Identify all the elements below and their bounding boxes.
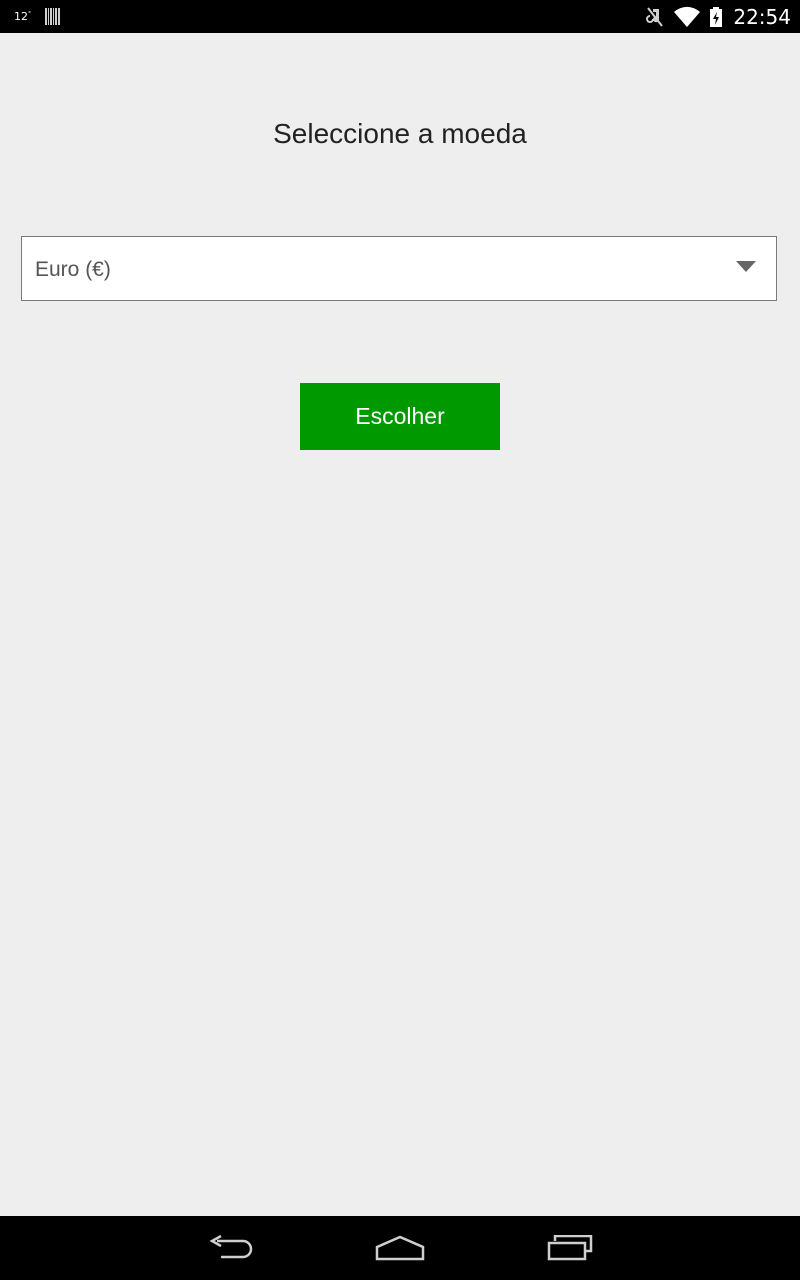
status-left: 12° bbox=[14, 0, 60, 33]
currency-select-value: Euro (€) bbox=[35, 258, 111, 281]
screen: 12° 22:54 Seleccione a moeda Euro (€) Es… bbox=[0, 0, 800, 1280]
clock: 22:54 bbox=[733, 4, 791, 29]
temperature-unit: ° bbox=[28, 10, 31, 18]
battery-charging-icon bbox=[710, 6, 723, 27]
back-button[interactable] bbox=[180, 1216, 280, 1280]
home-button[interactable] bbox=[350, 1216, 450, 1280]
recent-apps-button[interactable] bbox=[520, 1216, 620, 1280]
recent-apps-icon bbox=[547, 1235, 593, 1261]
dropdown-arrow-icon bbox=[736, 261, 756, 272]
status-bar: 12° 22:54 bbox=[0, 0, 800, 33]
temperature-value: 12 bbox=[14, 10, 28, 23]
choose-button[interactable]: Escolher bbox=[300, 383, 500, 450]
page-title: Seleccione a moeda bbox=[273, 118, 527, 149]
back-icon bbox=[209, 1235, 253, 1259]
temperature-indicator: 12° bbox=[14, 10, 31, 23]
status-right: 22:54 bbox=[645, 0, 791, 33]
mute-icon bbox=[646, 6, 664, 27]
wifi-icon bbox=[674, 6, 701, 27]
nav-bar bbox=[0, 1216, 800, 1280]
currency-select[interactable]: Euro (€) bbox=[21, 236, 777, 301]
barcode-icon bbox=[45, 8, 60, 25]
home-icon bbox=[375, 1235, 425, 1261]
